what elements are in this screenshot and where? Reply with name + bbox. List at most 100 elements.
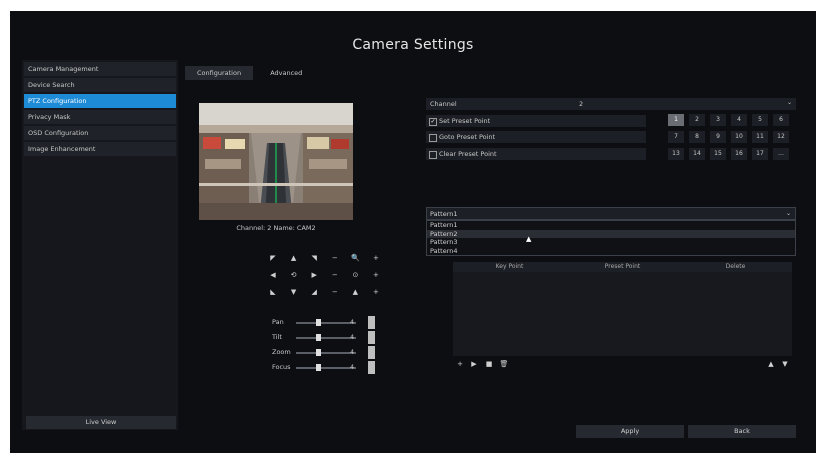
- pattern-option[interactable]: Pattern1: [427, 221, 795, 230]
- iris-open-button[interactable]: +: [370, 286, 382, 298]
- chevron-down-icon: ⌄: [786, 99, 792, 106]
- sidebar-item-camera-management[interactable]: Camera Management: [24, 62, 176, 76]
- pan-up-right-button[interactable]: ◥: [308, 252, 320, 264]
- preset-number-button[interactable]: 9: [710, 131, 726, 143]
- mall-escalator-image: [199, 103, 353, 220]
- slider-track: [296, 367, 356, 369]
- zoom-speed-slider[interactable]: Zoom 4: [270, 346, 376, 359]
- preset-number-button[interactable]: 16: [731, 148, 747, 160]
- checkbox-checked[interactable]: ✓: [429, 118, 437, 126]
- sidebar-item-ptz-configuration[interactable]: PTZ Configuration: [24, 94, 176, 108]
- column-header-key-point: Key Point: [495, 263, 524, 270]
- preset-number-button[interactable]: 3: [710, 114, 726, 126]
- preset-number-button[interactable]: 6: [773, 114, 789, 126]
- option-label: Set Preset Point: [439, 117, 491, 125]
- tab-advanced[interactable]: Advanced: [258, 66, 314, 80]
- slider-track: [296, 337, 356, 339]
- pattern-option[interactable]: Pattern4: [427, 247, 795, 256]
- tab-configuration[interactable]: Configuration: [185, 66, 254, 80]
- apply-button[interactable]: Apply: [576, 425, 684, 438]
- slider-end-bar: [368, 361, 375, 374]
- back-button[interactable]: Back: [688, 425, 796, 438]
- zoom-icon: 🔍: [351, 253, 360, 262]
- sidebar-item-image-enhancement[interactable]: Image Enhancement: [24, 142, 176, 156]
- slider-end-bar: [368, 346, 375, 359]
- sidebar-item-osd-configuration[interactable]: OSD Configuration: [24, 126, 176, 140]
- focus-far-button[interactable]: +: [370, 269, 382, 281]
- slider-end-bar: [368, 331, 375, 344]
- column-header-preset-point: Preset Point: [604, 263, 641, 270]
- slider-knob[interactable]: [316, 349, 321, 356]
- option-label: Goto Preset Point: [439, 133, 496, 141]
- clear-preset-point-option[interactable]: Clear Preset Point: [426, 148, 646, 160]
- slider-knob[interactable]: [316, 319, 321, 326]
- iris-icon: ▲: [352, 287, 359, 296]
- tilt-speed-slider[interactable]: Tilt 4: [270, 331, 376, 344]
- tilt-down-button[interactable]: ▼: [288, 286, 300, 298]
- preset-number-button[interactable]: 4: [731, 114, 747, 126]
- keypoint-table-header: Key Point Preset Point Delete: [453, 262, 792, 272]
- pattern-selected-value: Pattern1: [430, 210, 458, 218]
- preset-more-button[interactable]: ...: [773, 148, 789, 160]
- preset-number-button[interactable]: 5: [752, 114, 768, 126]
- goto-preset-point-option[interactable]: Goto Preset Point: [426, 131, 646, 143]
- pan-left-button[interactable]: ◀: [267, 269, 279, 281]
- iris-close-button[interactable]: −: [329, 286, 341, 298]
- preset-number-button[interactable]: 8: [689, 131, 705, 143]
- slider-value: 4: [350, 348, 355, 356]
- preset-number-button[interactable]: 13: [668, 148, 684, 160]
- chevron-down-icon: ⌄: [785, 210, 791, 217]
- pan-right-button[interactable]: ▶: [308, 269, 320, 281]
- preset-number-button[interactable]: 14: [689, 148, 705, 160]
- channel-label: Channel: [430, 100, 457, 108]
- stop-pattern-button[interactable]: ■: [484, 359, 494, 369]
- slider-label: Tilt: [272, 333, 282, 341]
- preset-number-button[interactable]: 17: [752, 148, 768, 160]
- pan-down-left-button[interactable]: ◣: [267, 286, 279, 298]
- zoom-in-button[interactable]: +: [370, 252, 382, 264]
- preset-number-button[interactable]: 7: [668, 131, 684, 143]
- live-view-button[interactable]: Live View: [26, 416, 176, 429]
- play-pattern-button[interactable]: ▶: [469, 359, 479, 369]
- focus-near-button[interactable]: −: [329, 269, 341, 281]
- preview-channel-label: Channel: 2 Name: CAM2: [236, 224, 316, 232]
- sidebar-item-device-search[interactable]: Device Search: [24, 78, 176, 92]
- preset-number-button[interactable]: 12: [773, 131, 789, 143]
- slider-track: [296, 322, 356, 324]
- pan-down-right-button[interactable]: ◢: [308, 286, 320, 298]
- preset-number-button[interactable]: 15: [710, 148, 726, 160]
- tilt-up-button[interactable]: ▲: [288, 252, 300, 264]
- add-keypoint-button[interactable]: +: [455, 359, 465, 369]
- camera-preview: [199, 103, 353, 220]
- checkbox[interactable]: [429, 134, 437, 142]
- mouse-cursor-icon: ▲: [526, 235, 532, 243]
- pattern-option[interactable]: Pattern2: [427, 229, 795, 238]
- pattern-select[interactable]: Pattern1 ⌄: [426, 207, 796, 220]
- preset-number-button[interactable]: 10: [731, 131, 747, 143]
- delete-icon[interactable]: 🗑: [499, 359, 509, 369]
- move-down-button[interactable]: ▼: [780, 359, 790, 369]
- pan-up-left-button[interactable]: ◤: [267, 252, 279, 264]
- move-up-button[interactable]: ▲: [766, 359, 776, 369]
- focus-speed-slider[interactable]: Focus 4: [270, 361, 376, 374]
- set-preset-point-option[interactable]: ✓ Set Preset Point: [426, 115, 646, 127]
- auto-scan-button[interactable]: ⟲: [288, 269, 300, 281]
- ptz-control-pad: ◤ ▲ ◥ − 🔍 + ◀ ⟲ ▶ − ⊙ + ◣ ▼ ◢ − ▲ +: [267, 249, 382, 300]
- preset-number-button[interactable]: 1: [668, 114, 684, 126]
- slider-track: [296, 352, 356, 354]
- checkbox[interactable]: [429, 151, 437, 159]
- zoom-out-button[interactable]: −: [329, 252, 341, 264]
- preset-number-button[interactable]: 2: [689, 114, 705, 126]
- focus-icon: ⊙: [352, 270, 359, 279]
- slider-label: Zoom: [272, 348, 291, 356]
- tab-bar: Configuration Advanced: [185, 60, 314, 80]
- pattern-option[interactable]: Pattern3: [427, 238, 795, 247]
- sidebar-item-privacy-mask[interactable]: Privacy Mask: [24, 110, 176, 124]
- slider-knob[interactable]: [316, 364, 321, 371]
- preset-number-button[interactable]: 11: [752, 131, 768, 143]
- slider-knob[interactable]: [316, 334, 321, 341]
- pan-speed-slider[interactable]: Pan 4: [270, 316, 376, 329]
- page-title: Camera Settings: [352, 37, 474, 53]
- channel-select[interactable]: Channel 2 ⌄: [426, 98, 796, 110]
- channel-value: 2: [579, 100, 584, 108]
